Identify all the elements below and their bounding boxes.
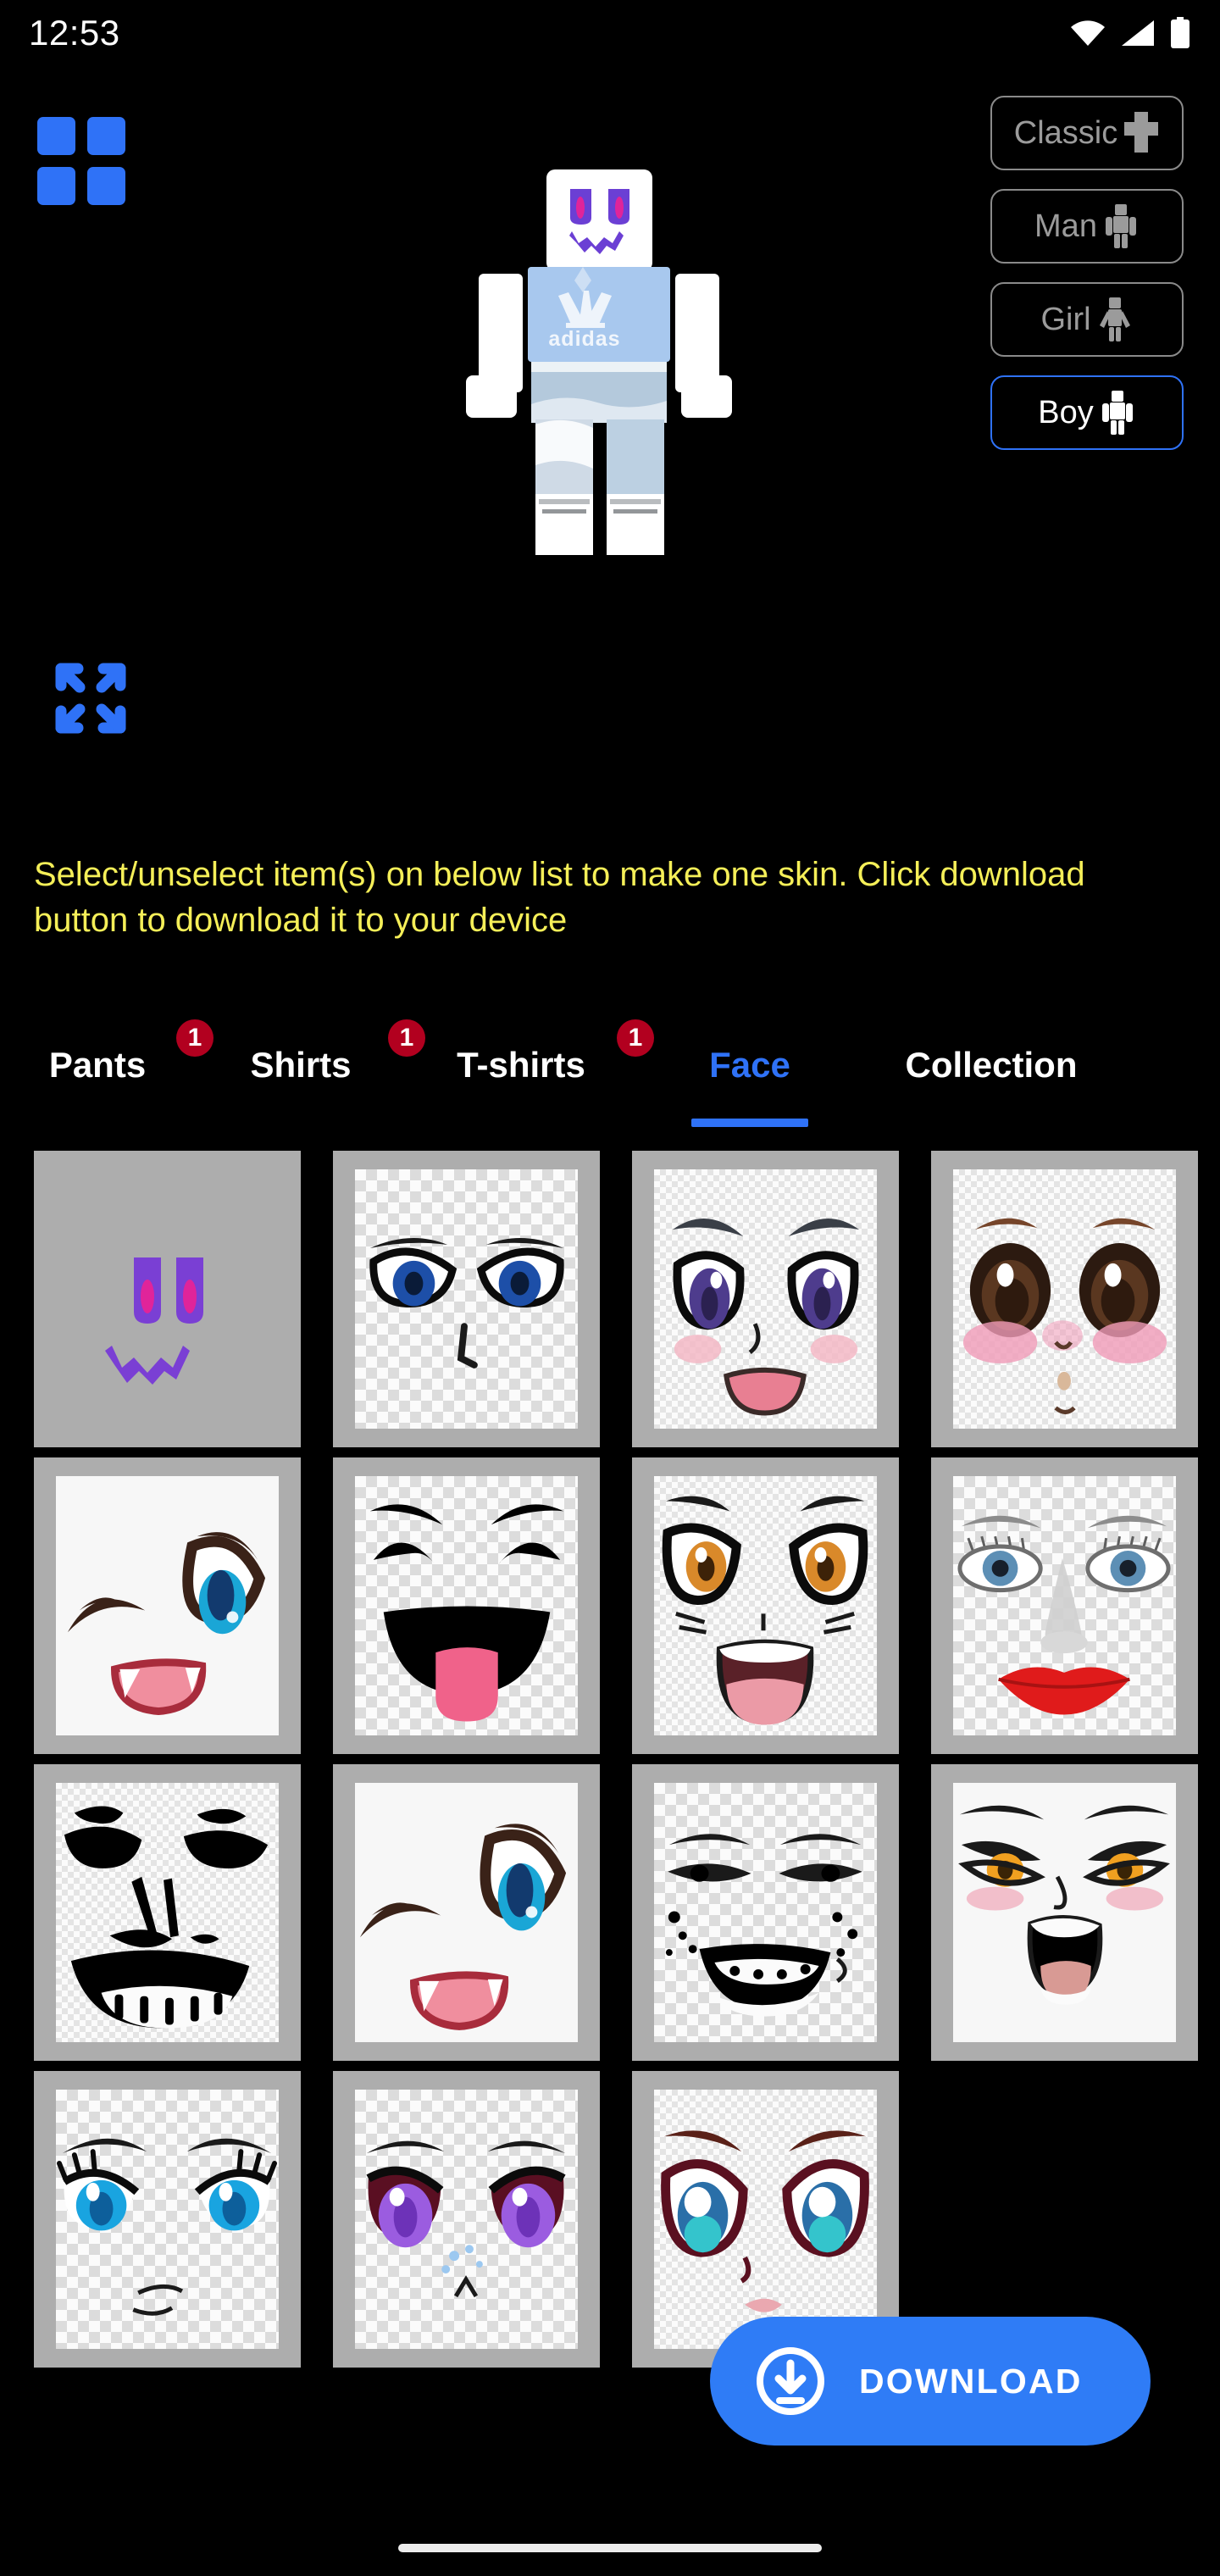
grid-cell-4 (87, 167, 125, 205)
tab-collection[interactable]: Collection (864, 1004, 1118, 1127)
face-art-anime-blue-sharp (355, 1169, 578, 1429)
face-item-braces-smile-freckles[interactable] (632, 1764, 899, 2061)
face-item-anime-blue-sharp[interactable] (333, 1151, 600, 1447)
grid-cell-1 (37, 117, 75, 155)
instruction-text: Select/unselect item(s) on below list to… (34, 856, 1085, 940)
grid-cell-2 (87, 117, 125, 155)
face-art-purple-eyes-tears (355, 2090, 578, 2349)
status-icons (1069, 17, 1191, 49)
face-art-black-ink-grin (56, 1783, 279, 2042)
tab-shirts[interactable]: Shirts 1 (195, 1004, 425, 1127)
grid-menu-icon[interactable] (37, 117, 125, 205)
face-item-anime-brown-blush[interactable] (931, 1151, 1198, 1447)
tab-tshirts[interactable]: T-shirts 1 (407, 1004, 654, 1127)
fullscreen-expand-icon[interactable] (49, 657, 132, 740)
avatar-preview[interactable]: adidas (415, 165, 754, 716)
battery-icon (1169, 17, 1191, 49)
download-button[interactable]: DOWNLOAD (710, 2317, 1151, 2446)
tab-pants-label: Pants (48, 1045, 147, 1085)
download-button-label: DOWNLOAD (859, 2361, 1083, 2401)
face-art-teal-eyes-blush (654, 2090, 877, 2349)
app-screen: 12:53 adidas Classic Man Girl Boy Select… (0, 0, 1220, 2576)
type-button-man[interactable]: Man (990, 189, 1184, 264)
face-item-wink-blue-fang-2[interactable] (333, 1764, 600, 2061)
tab-pants[interactable]: Pants 1 (0, 1004, 214, 1127)
type-button-classic[interactable]: Classic (990, 96, 1184, 170)
avatar-figure: adidas (466, 169, 732, 555)
face-art-surprised-orange-eyes (654, 1476, 877, 1735)
face-art-purple-classic (34, 1151, 301, 1447)
type-button-man-label: Man (1034, 208, 1097, 244)
face-item-black-ink-grin[interactable] (34, 1764, 301, 2061)
face-item-anime-purple-smile[interactable] (632, 1151, 899, 1447)
home-indicator (398, 2544, 822, 2552)
man-figure-icon (1102, 203, 1140, 249)
face-item-realistic-red-lips[interactable] (931, 1457, 1198, 1754)
type-button-girl-label: Girl (1040, 301, 1091, 337)
tab-shirts-label: Shirts (250, 1045, 352, 1085)
type-button-boy-label: Boy (1038, 394, 1094, 430)
category-tab-bar: Pants 1 Shirts 1 T-shirts 1 Face Collect… (0, 1004, 1220, 1127)
boy-figure-icon (1099, 390, 1136, 436)
face-item-purple-eyes-tears[interactable] (333, 2071, 600, 2368)
face-art-braces-smile-freckles (654, 1783, 877, 2042)
face-item-grid (34, 1151, 1212, 2368)
face-item-orange-eyes-open-mouth[interactable] (931, 1764, 1198, 2061)
cellular-signal-icon (1120, 19, 1156, 47)
download-circle-icon (754, 2345, 827, 2418)
face-item-wink-blue-fang[interactable] (34, 1457, 301, 1754)
avatar-type-button-group: Classic Man Girl Boy (990, 96, 1184, 450)
face-art-anime-brown-blush (953, 1169, 1176, 1429)
face-art-realistic-red-lips (953, 1476, 1176, 1735)
classic-figure-icon (1123, 110, 1160, 156)
face-art-anime-purple-smile (654, 1169, 877, 1429)
status-time: 12:53 (29, 13, 120, 53)
grid-cell-3 (37, 167, 75, 205)
tab-tshirts-label: T-shirts (457, 1045, 585, 1085)
face-art-orange-eyes-open-mouth (953, 1783, 1176, 2042)
face-art-blue-eyes-lashes (56, 2090, 279, 2349)
face-item-surprised-orange-eyes[interactable] (632, 1457, 899, 1754)
face-art-happy-tongue-out (355, 1476, 578, 1735)
type-button-girl[interactable]: Girl (990, 282, 1184, 357)
svg-text:adidas: adidas (548, 327, 620, 351)
girl-figure-icon (1096, 297, 1134, 342)
tab-face[interactable]: Face (635, 1004, 864, 1127)
status-bar: 12:53 (0, 0, 1220, 66)
type-button-classic-label: Classic (1013, 114, 1118, 151)
wifi-icon (1069, 19, 1106, 47)
face-art-wink-blue-fang (56, 1476, 279, 1735)
tab-face-label: Face (709, 1045, 790, 1085)
face-art-wink-blue-fang-2 (355, 1783, 578, 2042)
tab-collection-label: Collection (905, 1045, 1078, 1085)
face-item-happy-tongue-out[interactable] (333, 1457, 600, 1754)
type-button-boy[interactable]: Boy (990, 375, 1184, 450)
face-item-blue-eyes-lashes[interactable] (34, 2071, 301, 2368)
face-item-purple-classic[interactable] (34, 1151, 301, 1447)
tab-face-underline (691, 1119, 808, 1127)
